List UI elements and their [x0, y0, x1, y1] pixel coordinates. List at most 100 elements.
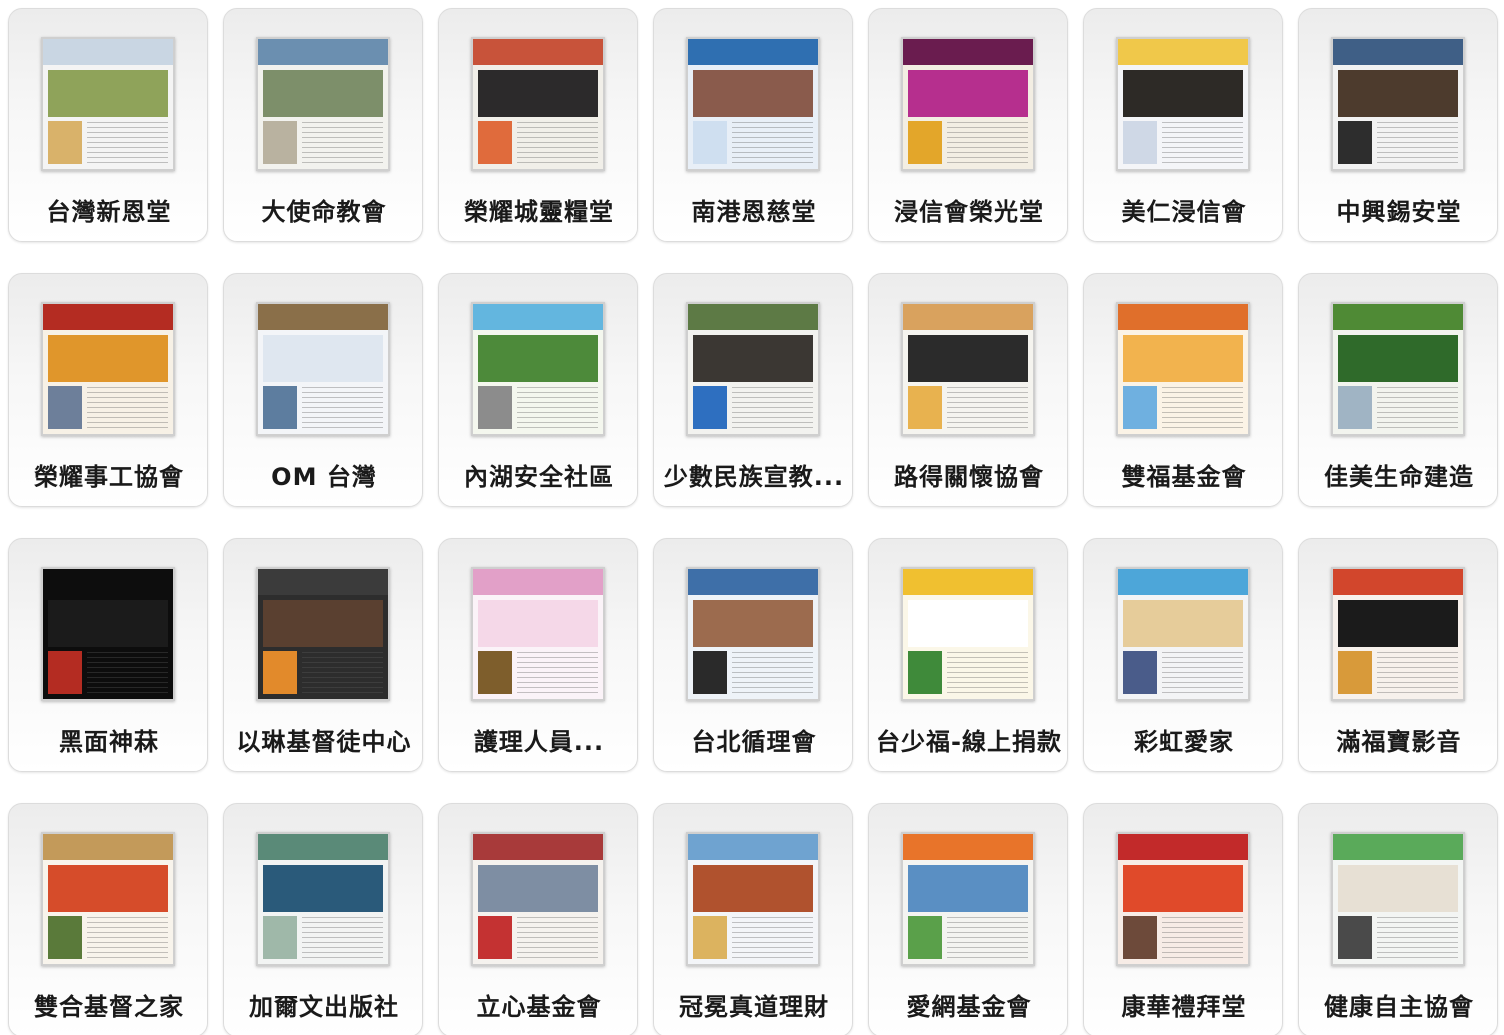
site-card-label[interactable]: 彩虹愛家 — [1084, 727, 1284, 757]
site-thumbnail[interactable] — [41, 832, 175, 966]
site-card-label[interactable]: 黑面神菻 — [9, 727, 209, 757]
thumbnail-hero-image — [693, 70, 813, 117]
site-card-label[interactable]: 雙福基金會 — [1084, 462, 1284, 492]
site-card[interactable]: 台灣新恩堂 — [8, 8, 208, 242]
site-thumbnail[interactable] — [901, 567, 1035, 701]
site-card[interactable]: 內湖安全社區 — [438, 273, 638, 507]
site-card[interactable]: 立心基金會 — [438, 803, 638, 1035]
site-thumbnail[interactable] — [901, 832, 1035, 966]
site-thumbnail[interactable] — [471, 37, 605, 171]
site-thumbnail[interactable] — [256, 567, 390, 701]
site-card[interactable]: 雙福基金會 — [1083, 273, 1283, 507]
site-card[interactable]: 愛網基金會 — [868, 803, 1068, 1035]
site-card[interactable]: 健康自主協會 — [1298, 803, 1498, 1035]
site-thumbnail[interactable] — [686, 832, 820, 966]
site-card-label[interactable]: 美仁浸信會 — [1084, 197, 1284, 227]
site-card[interactable]: 佳美生命建造 — [1298, 273, 1498, 507]
site-card-label[interactable]: 中興錫安堂 — [1299, 197, 1499, 227]
thumbnail-hero-image — [478, 600, 598, 647]
thumbnail-text-lines — [947, 387, 1028, 429]
site-thumbnail[interactable] — [471, 302, 605, 436]
site-card-label[interactable]: 健康自主協會 — [1299, 992, 1499, 1022]
site-thumbnail[interactable] — [901, 302, 1035, 436]
site-thumbnail[interactable] — [471, 832, 605, 966]
site-card-label[interactable]: 愛網基金會 — [869, 992, 1069, 1022]
site-card-label[interactable]: 浸信會榮光堂 — [869, 197, 1069, 227]
site-card[interactable]: 雙合基督之家 — [8, 803, 208, 1035]
thumbnail-hero-image — [478, 335, 598, 382]
site-card[interactable]: 少數民族宣教... — [653, 273, 853, 507]
site-thumbnail[interactable] — [41, 37, 175, 171]
site-card-label[interactable]: 雙合基督之家 — [9, 992, 209, 1022]
site-card-label[interactable]: 南港恩慈堂 — [654, 197, 854, 227]
site-card-label[interactable]: 滿福寶影音 — [1299, 727, 1499, 757]
thumbnail-header-block — [1118, 39, 1248, 65]
site-thumbnail[interactable] — [41, 567, 175, 701]
site-thumbnail[interactable] — [1331, 37, 1465, 171]
thumbnail-text-lines — [1162, 122, 1243, 164]
site-thumbnail[interactable] — [1116, 302, 1250, 436]
site-thumbnail[interactable] — [686, 302, 820, 436]
site-card[interactable]: 浸信會榮光堂 — [868, 8, 1068, 242]
site-thumbnail[interactable] — [256, 37, 390, 171]
site-card[interactable]: 中興錫安堂 — [1298, 8, 1498, 242]
site-card[interactable]: 黑面神菻 — [8, 538, 208, 772]
site-thumbnail[interactable] — [1116, 37, 1250, 171]
site-thumbnail[interactable] — [686, 37, 820, 171]
thumbnail-hero-image — [263, 335, 383, 382]
site-card-label[interactable]: 冠冕真道理財 — [654, 992, 854, 1022]
site-card-label[interactable]: OM 台灣 — [224, 462, 424, 492]
site-card[interactable]: 彩虹愛家 — [1083, 538, 1283, 772]
site-card[interactable]: 台少福-線上捐款 — [868, 538, 1068, 772]
site-card-label[interactable]: 加爾文出版社 — [224, 992, 424, 1022]
site-card-label[interactable]: 護理人員... — [439, 727, 639, 757]
site-card-label[interactable]: 台少福-線上捐款 — [869, 727, 1069, 757]
site-card-label[interactable]: 台北循理會 — [654, 727, 854, 757]
site-card[interactable]: 美仁浸信會 — [1083, 8, 1283, 242]
site-card[interactable]: 台北循理會 — [653, 538, 853, 772]
thumbnail-header-block — [43, 569, 173, 595]
site-card-label[interactable]: 康華禮拜堂 — [1084, 992, 1284, 1022]
site-card-label[interactable]: 佳美生命建造 — [1299, 462, 1499, 492]
site-card[interactable]: 康華禮拜堂 — [1083, 803, 1283, 1035]
site-card-label[interactable]: 榮耀城靈糧堂 — [439, 197, 639, 227]
site-thumbnail[interactable] — [256, 302, 390, 436]
site-thumbnail[interactable] — [1331, 832, 1465, 966]
thumbnail-header-block — [258, 569, 388, 595]
site-thumbnail[interactable] — [471, 567, 605, 701]
thumbnail-side-image — [48, 385, 82, 429]
site-card[interactable]: 護理人員... — [438, 538, 638, 772]
site-card-label[interactable]: 台灣新恩堂 — [9, 197, 209, 227]
thumbnail-hero-image — [478, 865, 598, 912]
site-thumbnail[interactable] — [686, 567, 820, 701]
site-card-label[interactable]: 內湖安全社區 — [439, 462, 639, 492]
site-card[interactable]: 南港恩慈堂 — [653, 8, 853, 242]
site-card[interactable]: 榮耀事工協會 — [8, 273, 208, 507]
site-thumbnail[interactable] — [1116, 567, 1250, 701]
thumbnail-header-block — [1333, 834, 1463, 860]
site-card[interactable]: 大使命教會 — [223, 8, 423, 242]
site-thumbnail[interactable] — [256, 832, 390, 966]
site-card-label[interactable]: 以琳基督徒中心 — [224, 727, 424, 757]
thumbnail-side-image — [908, 120, 942, 164]
thumbnail-header-block — [43, 304, 173, 330]
site-thumbnail[interactable] — [1331, 567, 1465, 701]
site-card[interactable]: 以琳基督徒中心 — [223, 538, 423, 772]
site-card[interactable]: OM 台灣 — [223, 273, 423, 507]
thumbnail-side-image — [693, 650, 727, 694]
site-thumbnail[interactable] — [901, 37, 1035, 171]
site-card[interactable]: 榮耀城靈糧堂 — [438, 8, 638, 242]
site-card[interactable]: 加爾文出版社 — [223, 803, 423, 1035]
site-card[interactable]: 滿福寶影音 — [1298, 538, 1498, 772]
thumbnail-side-image — [263, 915, 297, 959]
site-card-label[interactable]: 立心基金會 — [439, 992, 639, 1022]
site-card[interactable]: 冠冕真道理財 — [653, 803, 853, 1035]
site-card-label[interactable]: 大使命教會 — [224, 197, 424, 227]
site-card-label[interactable]: 路得關懷協會 — [869, 462, 1069, 492]
site-thumbnail[interactable] — [41, 302, 175, 436]
site-card-label[interactable]: 少數民族宣教... — [654, 462, 854, 492]
site-card[interactable]: 路得關懷協會 — [868, 273, 1068, 507]
site-thumbnail[interactable] — [1116, 832, 1250, 966]
site-thumbnail[interactable] — [1331, 302, 1465, 436]
site-card-label[interactable]: 榮耀事工協會 — [9, 462, 209, 492]
